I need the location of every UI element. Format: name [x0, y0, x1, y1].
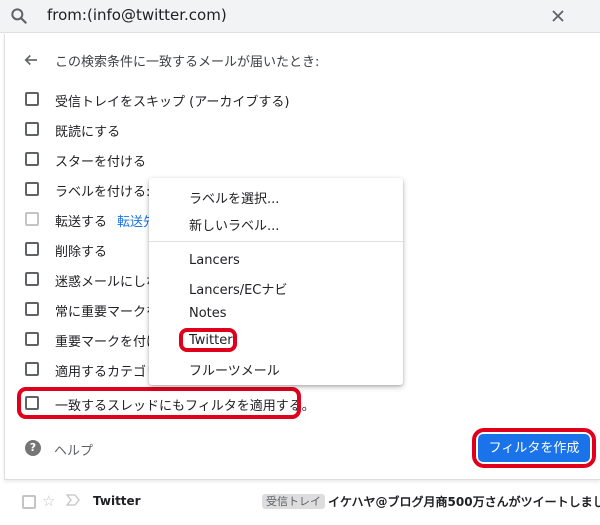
menu-item-choose-label[interactable]: ラベルを選択...	[189, 188, 279, 207]
option-label: 転送する 転送先	[55, 211, 156, 230]
back-arrow-icon[interactable]	[22, 51, 40, 69]
delete-checkbox[interactable]	[25, 242, 39, 256]
menu-item-lancers[interactable]: Lancers	[189, 253, 240, 268]
search-input[interactable]: from:(info@twitter.com)	[47, 6, 227, 24]
search-bar[interactable]: from:(info@twitter.com)	[0, 0, 600, 33]
option-label: ラベルを付ける:	[55, 185, 151, 200]
help-icon[interactable]: ?	[25, 440, 41, 456]
option-label: 適用するカテゴリ	[55, 365, 160, 380]
mark-important-checkbox[interactable]	[25, 332, 39, 346]
email-row[interactable]: ☆ Twitter 受信トレイ イケハヤ@ブログ月商500万さんがツイートしまし…	[0, 489, 600, 519]
highlight-twitter	[179, 328, 237, 352]
email-subject: イケハヤ@ブログ月商500万さんがツイートしました	[328, 495, 600, 509]
menu-item-notes[interactable]: Notes	[189, 306, 227, 321]
menu-item-new-label[interactable]: 新しいラベル...	[189, 215, 279, 234]
always-important-checkbox[interactable]	[25, 302, 39, 316]
apply-label-checkbox[interactable]	[25, 182, 39, 196]
label-dropdown-menu: ラベルを選択... 新しいラベル... Lancers Lancers/ECナビ…	[149, 178, 403, 385]
highlight-apply-matching	[17, 387, 301, 419]
skip-inbox-checkbox[interactable]	[25, 92, 39, 106]
forward-label: 転送する	[55, 215, 108, 230]
create-filter-button[interactable]: フィルタを作成	[478, 434, 590, 462]
inbox-label-chip: 受信トレイ	[262, 494, 325, 509]
option-label: 受信トレイをスキップ (アーカイブする)	[55, 95, 290, 110]
menu-divider	[149, 241, 403, 242]
star-icon[interactable]: ☆	[42, 492, 55, 510]
mark-read-checkbox[interactable]	[25, 122, 39, 136]
option-label: 常に重要マークを	[55, 305, 160, 320]
menu-item-fruit-mail[interactable]: フルーツメール	[189, 360, 280, 379]
category-checkbox[interactable]	[25, 362, 39, 376]
option-label: 迷惑メールにしな	[55, 275, 160, 290]
forward-checkbox[interactable]	[25, 212, 39, 226]
highlight-create-filter: フィルタを作成	[472, 428, 596, 468]
never-spam-checkbox[interactable]	[25, 272, 39, 286]
star-checkbox[interactable]	[25, 152, 39, 166]
option-label: スターを付ける	[55, 155, 147, 170]
row-checkbox[interactable]	[22, 495, 36, 509]
close-icon[interactable]	[548, 6, 568, 26]
option-label: 重要マークを付け	[55, 335, 160, 350]
option-label: 既読にする	[55, 125, 121, 140]
criteria-text: この検索条件に一致するメールが届いたとき:	[55, 55, 320, 70]
menu-item-lancers-ecnavi[interactable]: Lancers/ECナビ	[189, 279, 287, 298]
option-label: 削除する	[55, 245, 108, 260]
help-link[interactable]: ヘルプ	[54, 440, 93, 459]
search-icon[interactable]	[9, 6, 29, 26]
sender-name: Twitter	[93, 494, 141, 508]
important-icon[interactable]	[66, 494, 80, 506]
